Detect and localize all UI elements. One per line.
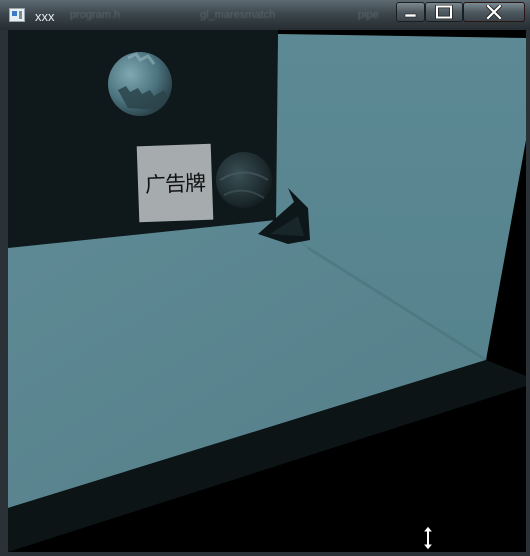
background-tab-label: gl_maresmatch — [200, 9, 276, 21]
background-tab-label: program.h — [70, 9, 121, 21]
billboard-label: 广告牌 — [144, 170, 206, 198]
window-frame-bottom — [0, 552, 530, 556]
maximize-button[interactable] — [425, 2, 463, 22]
background-tab-label: pipe — [358, 9, 379, 21]
close-button[interactable] — [463, 2, 525, 22]
reflection-sphere — [216, 152, 272, 208]
window-frame-left — [0, 30, 8, 556]
title-bar[interactable]: program.h gl_maresmatch pipe xxx — [0, 0, 530, 30]
close-icon — [486, 5, 502, 19]
window-frame-right — [526, 30, 530, 556]
app-window-icon[interactable] — [9, 8, 25, 22]
vertical-resize-cursor-icon — [421, 525, 435, 551]
minimize-button[interactable] — [396, 2, 425, 22]
maximize-icon — [435, 5, 453, 19]
opengl-viewport[interactable]: 广告牌 — [8, 30, 526, 552]
minimize-icon — [404, 13, 416, 18]
3d-scene — [8, 30, 526, 552]
window-title: xxx — [35, 9, 55, 24]
app-window: program.h gl_maresmatch pipe xxx 广告牌 — [0, 0, 530, 556]
billboard: 广告牌 — [136, 143, 214, 223]
